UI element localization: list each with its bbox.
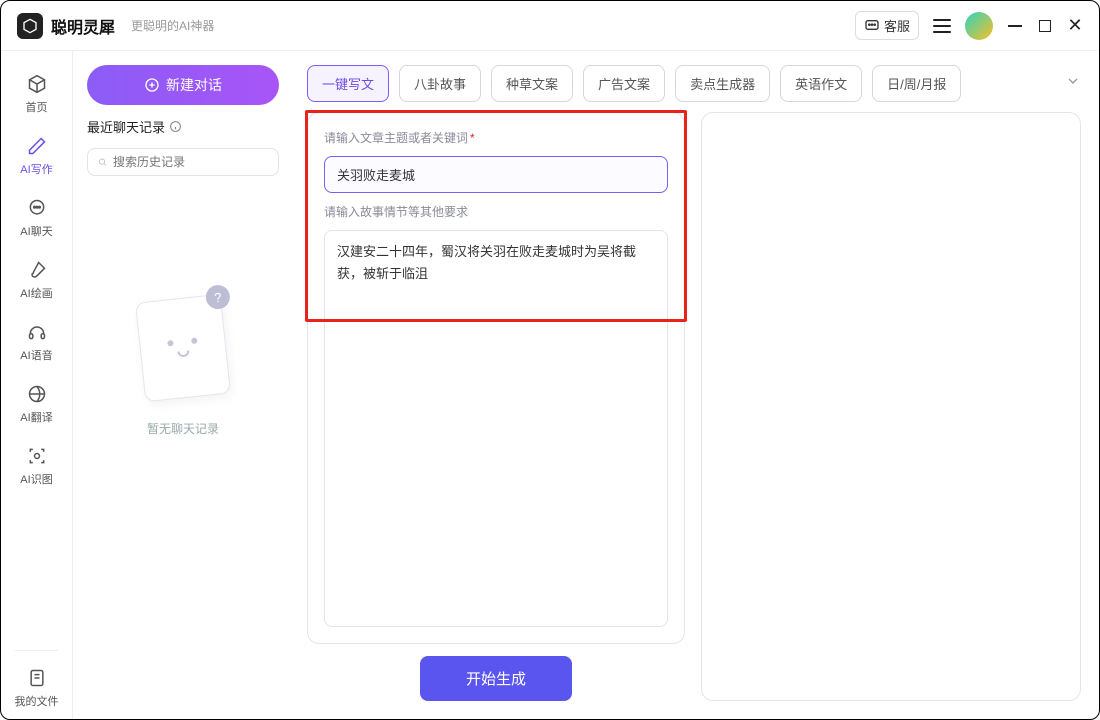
chip-onekey[interactable]: 一键写文 (307, 65, 389, 102)
chip-seed[interactable]: 种草文案 (491, 65, 573, 102)
app-title: 聪明灵犀 (51, 14, 115, 38)
topic-input[interactable] (324, 156, 668, 193)
template-chips: 一键写文 八卦故事 种草文案 广告文案 卖点生成器 英语作文 日/周/月报 (307, 65, 1081, 102)
scan-icon (26, 445, 48, 467)
sidebar-item-voice[interactable]: AI语音 (1, 311, 72, 373)
pen-icon (26, 135, 48, 157)
sidebar-item-translate[interactable]: AI翻译 (1, 373, 72, 435)
sidebar-item-files[interactable]: 我的文件 (1, 657, 72, 719)
chip-selling[interactable]: 卖点生成器 (675, 65, 770, 102)
main-panel: 一键写文 八卦故事 种草文案 广告文案 卖点生成器 英语作文 日/周/月报 请输… (293, 51, 1099, 719)
new-chat-button[interactable]: 新建对话 (87, 65, 279, 105)
maximize-button[interactable] (1037, 19, 1053, 33)
sidebar: 首页 AI写作 AI聊天 AI绘画 AI语音 AI翻译 AI识图 (1, 51, 73, 719)
translate-icon (26, 383, 48, 405)
search-input-wrap[interactable] (87, 148, 279, 176)
sidebar-item-label: AI聊天 (20, 223, 52, 239)
search-icon (98, 155, 107, 169)
empty-text: 暂无聊天记录 (147, 420, 219, 437)
sidebar-item-label: 首页 (26, 99, 48, 115)
generate-button[interactable]: 开始生成 (420, 656, 572, 701)
topic-label: 请输入文章主题或者关键词* (324, 129, 668, 146)
sidebar-item-chat[interactable]: AI聊天 (1, 187, 72, 249)
sidebar-item-paint[interactable]: AI绘画 (1, 249, 72, 311)
sidebar-item-label: AI绘画 (20, 285, 52, 301)
recent-heading: 最近聊天记录 (87, 117, 279, 136)
detail-textarea[interactable] (324, 230, 668, 627)
chips-expand[interactable] (1065, 73, 1081, 94)
support-label: 客服 (884, 16, 910, 35)
sidebar-item-label: AI识图 (20, 471, 52, 487)
new-chat-label: 新建对话 (166, 75, 222, 95)
sidebar-item-label: 我的文件 (15, 693, 59, 709)
close-icon: ✕ (1067, 15, 1082, 36)
titlebar-actions: 客服 ✕ (855, 11, 1083, 40)
sidebar-item-home[interactable]: 首页 (1, 63, 72, 125)
chip-gossip[interactable]: 八卦故事 (399, 65, 481, 102)
sidebar-item-write[interactable]: AI写作 (1, 125, 72, 187)
chat-bubble-icon (864, 18, 880, 34)
plus-circle-icon (144, 77, 160, 93)
app-tagline: 更聪明的AI神器 (131, 17, 214, 34)
brush-icon (26, 259, 48, 281)
sidebar-item-label: AI写作 (20, 161, 52, 177)
result-card (701, 112, 1081, 701)
titlebar: 聪明灵犀 更聪明的AI神器 客服 ✕ (1, 1, 1099, 51)
sidebar-item-label: AI翻译 (20, 409, 52, 425)
recent-panel: 新建对话 最近聊天记录 ? 暂无聊天记录 (73, 51, 293, 719)
chat-icon (26, 197, 48, 219)
chip-ads[interactable]: 广告文案 (583, 65, 665, 102)
close-button[interactable]: ✕ (1067, 19, 1083, 33)
headphone-icon (26, 321, 48, 343)
cube-icon (26, 73, 48, 95)
app-logo: 聪明灵犀 更聪明的AI神器 (17, 13, 214, 39)
file-icon (26, 667, 48, 689)
chip-report[interactable]: 日/周/月报 (872, 65, 961, 102)
empty-illustration: ? (135, 294, 231, 402)
chip-english[interactable]: 英语作文 (780, 65, 862, 102)
sidebar-item-label: AI语音 (20, 347, 52, 363)
avatar[interactable] (965, 12, 993, 40)
logo-icon (17, 13, 43, 39)
menu-icon[interactable] (933, 19, 951, 33)
search-input[interactable] (113, 155, 268, 169)
form-card: 请输入文章主题或者关键词* 请输入故事情节等其他要求 (307, 112, 685, 644)
empty-state: ? 暂无聊天记录 (87, 188, 279, 719)
sidebar-item-ocr[interactable]: AI识图 (1, 435, 72, 497)
minimize-button[interactable] (1007, 19, 1023, 33)
detail-label: 请输入故事情节等其他要求 (324, 203, 668, 220)
support-button[interactable]: 客服 (855, 11, 919, 40)
question-badge-icon: ? (205, 284, 231, 310)
chevron-down-icon (1065, 73, 1081, 89)
info-icon (169, 120, 182, 133)
